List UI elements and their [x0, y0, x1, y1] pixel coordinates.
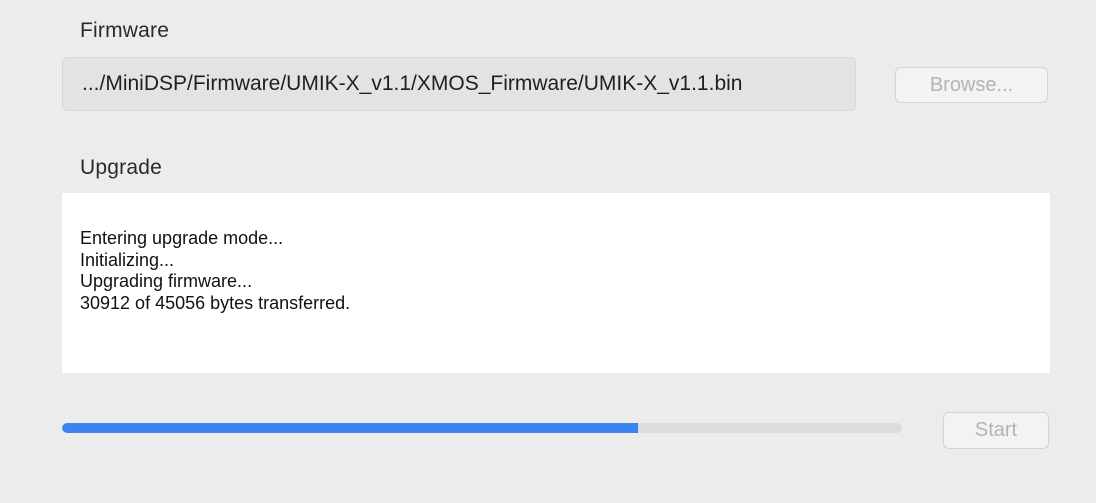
start-button[interactable]: Start	[943, 412, 1049, 449]
progress-bar	[62, 423, 902, 433]
progress-bar-fill	[62, 423, 639, 433]
browse-button[interactable]: Browse...	[895, 67, 1048, 103]
log-line: Upgrading firmware...	[80, 271, 253, 291]
log-line: 30912 of 45056 bytes transferred.	[80, 292, 351, 313]
firmware-path-field[interactable]: .../MiniDSP/Firmware/UMIK-X_v1.1/XMOS_Fi…	[62, 57, 856, 111]
firmware-section-label: Firmware	[80, 19, 170, 42]
log-cutoff-line	[80, 193, 370, 199]
upgrade-log-panel[interactable]: Entering upgrade mode... Initializing...…	[62, 193, 1050, 373]
log-line: Initializing...	[80, 249, 175, 270]
firmware-path-text: .../MiniDSP/Firmware/UMIK-X_v1.1/XMOS_Fi…	[82, 72, 743, 95]
upgrade-section-label: Upgrade	[80, 156, 162, 179]
log-line: Entering upgrade mode...	[80, 228, 284, 248]
log-lines: Entering upgrade mode... Initializing...…	[80, 228, 350, 314]
